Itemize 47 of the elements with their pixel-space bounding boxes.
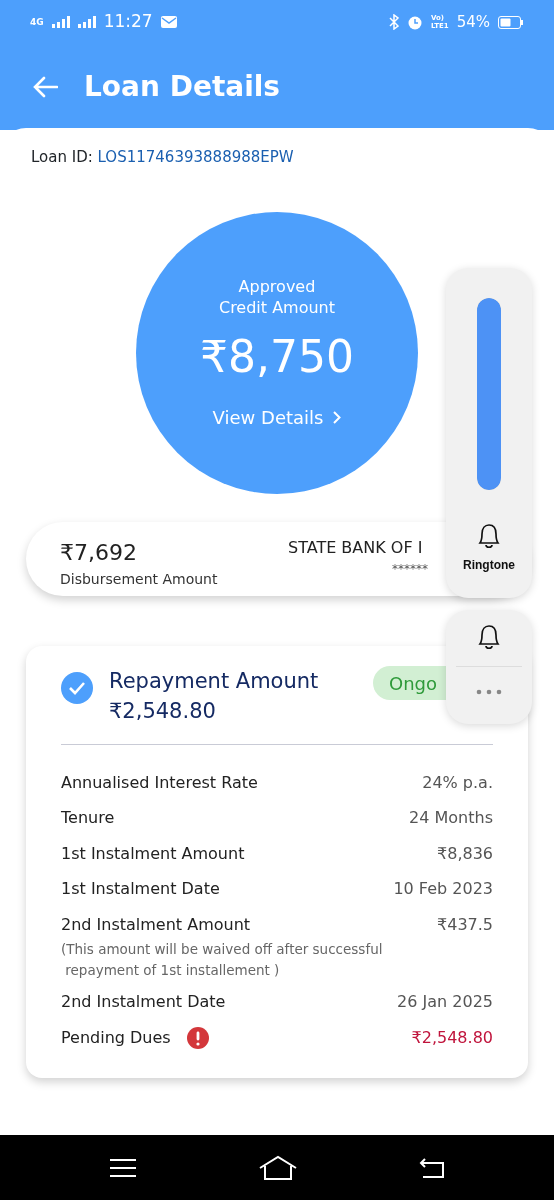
detail-label: 1st Instalment Amount [61, 842, 245, 865]
disbursement-amount: ₹7,692 [60, 539, 138, 567]
bluetooth-icon [388, 14, 399, 30]
battery-icon [498, 15, 524, 29]
detail-value: ₹2,548.80 [411, 1026, 493, 1049]
bank-name: STATE BANK OF I [288, 537, 423, 559]
volume-slider[interactable] [477, 298, 501, 490]
back-button[interactable] [32, 76, 58, 98]
bell-icon[interactable] [476, 623, 502, 651]
detail-value: 24% p.a. [422, 771, 493, 794]
credit-title: Approved Credit Amount [218, 275, 336, 318]
loan-id-value: LOS11746393888988EPW [97, 148, 294, 166]
status-time: 11:27 [103, 10, 153, 34]
detail-value: 10 Feb 2023 [393, 878, 493, 901]
menu-icon[interactable] [108, 1157, 137, 1178]
page-title: Loan Details [84, 70, 281, 104]
bell-icon[interactable] [476, 522, 502, 550]
chevron-right-icon [333, 410, 342, 424]
return-icon[interactable] [419, 1156, 446, 1179]
network-label: 4G [30, 17, 44, 27]
disbursement-label: Disbursement Amount [60, 570, 218, 589]
detail-value: 24 Months [409, 807, 493, 830]
detail-label: 2nd Instalment Date [61, 991, 226, 1014]
credit-amount: ₹8,750 [200, 329, 354, 384]
alarm-clock-icon [406, 14, 423, 30]
back-arrow-icon [32, 76, 58, 98]
signal-icon [77, 16, 96, 28]
detail-label: 2nd Instalment Amount [61, 913, 251, 936]
battery-percent: 54% [456, 11, 490, 33]
detail-label: 1st Instalment Date [61, 878, 220, 901]
detail-label: Annualised Interest Rate [61, 771, 258, 794]
repayment-amount: ₹2,548.80 [109, 698, 217, 725]
repayment-title: Repayment Amount [109, 668, 319, 695]
detail-note: (This amount will be waived off after successful repayment of 1st installement ) [61, 939, 384, 980]
mail-icon [160, 16, 177, 28]
loan-id-label: Loan ID: [31, 148, 93, 166]
detail-value: ₹8,836 [437, 842, 493, 865]
account-number: ****** [392, 561, 428, 578]
detail-value: ₹437.5 [437, 913, 493, 936]
view-details-link[interactable]: View Details [212, 403, 342, 431]
signal-icon [51, 16, 70, 28]
more-icon[interactable] [476, 689, 502, 695]
detail-value: 26 Jan 2025 [397, 991, 493, 1014]
detail-label: Tenure [61, 807, 115, 830]
detail-label: Pending Dues [61, 1026, 171, 1049]
home-icon[interactable] [258, 1154, 298, 1181]
ringtone-label: Ringtone [462, 557, 516, 574]
